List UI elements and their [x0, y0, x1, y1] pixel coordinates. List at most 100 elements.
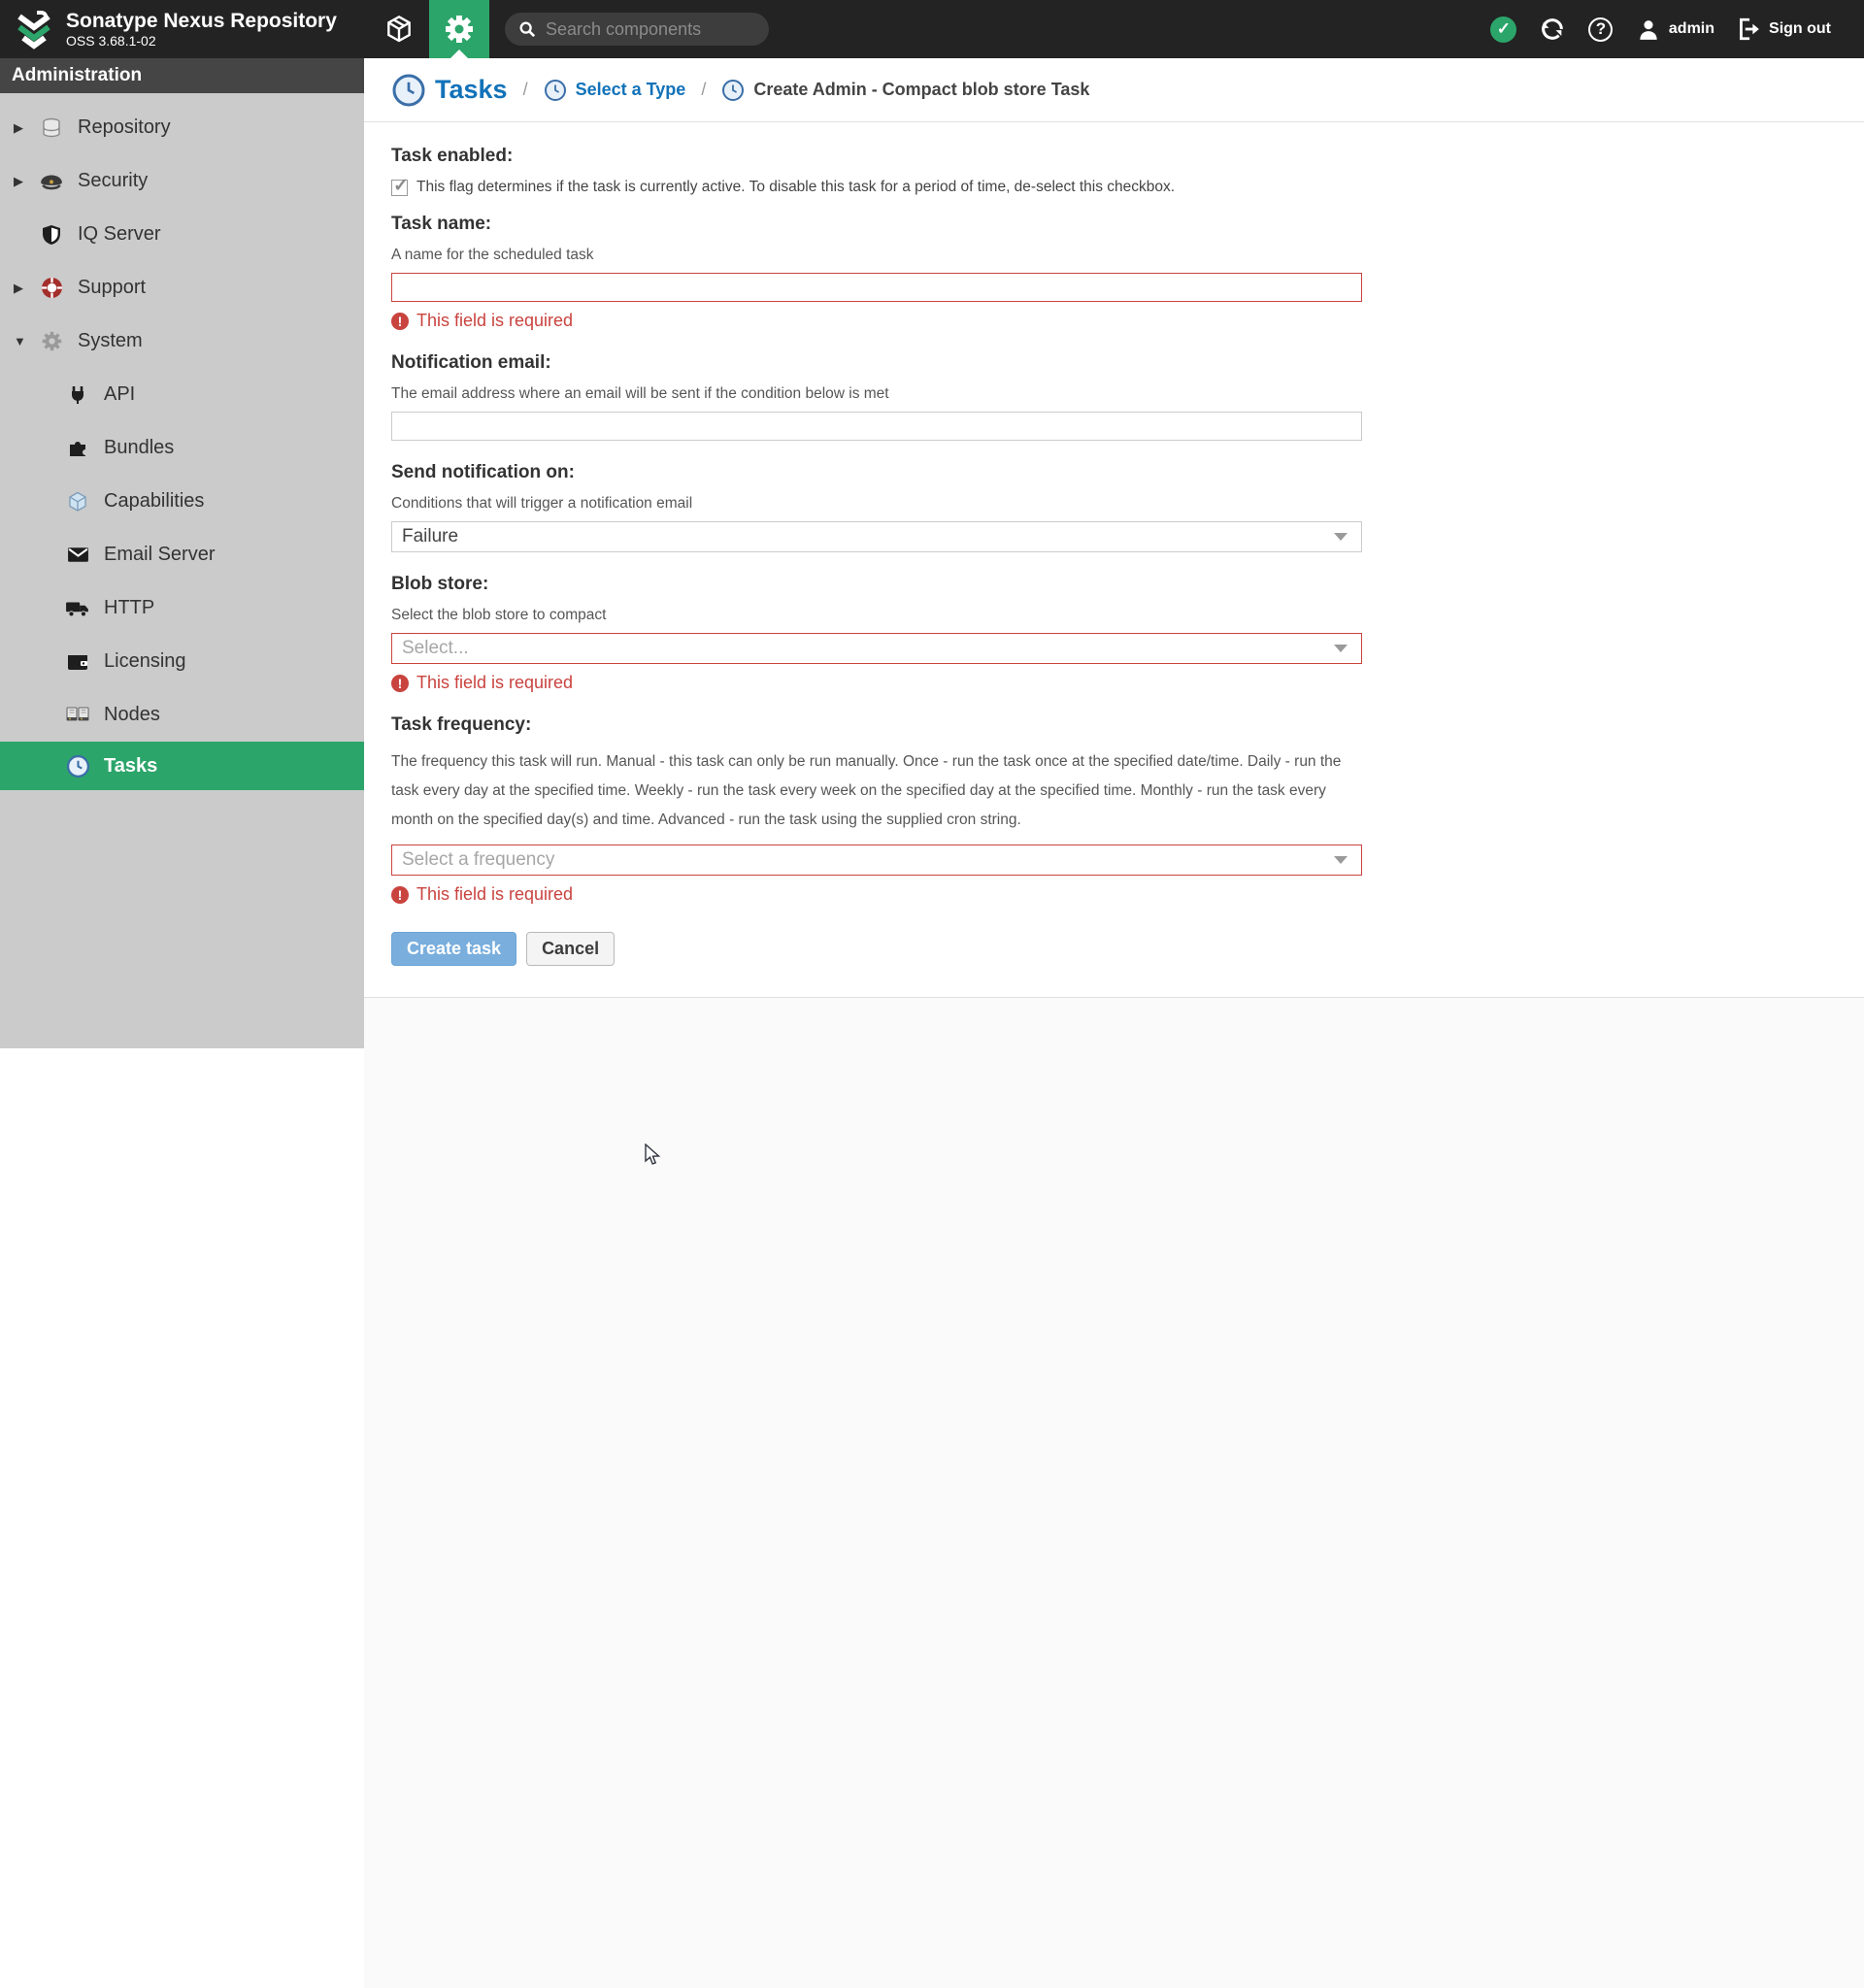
sidebar-item-label: IQ Server — [78, 223, 161, 245]
sidebar-item-repository[interactable]: ▶ Repository — [0, 101, 364, 154]
sidebar-nav: ▶ Repository ▶ Security IQ Server ▶ Supp… — [0, 93, 364, 790]
breadcrumb-root-label[interactable]: Tasks — [435, 75, 508, 105]
admin-mode-button[interactable] — [429, 0, 489, 58]
clock-icon — [544, 79, 567, 102]
sidebar-item-label: Capabilities — [104, 490, 205, 512]
create-task-button[interactable]: Create task — [391, 932, 517, 966]
sidebar-item-api[interactable]: API — [0, 368, 364, 421]
send-notification-value: Failure — [402, 526, 459, 547]
sidebar-item-nodes[interactable]: Nodes — [0, 688, 364, 742]
send-notification-helper: Conditions that will trigger a notificat… — [391, 495, 693, 512]
sidebar-item-label: Tasks — [104, 754, 158, 777]
error-icon: ! — [391, 885, 409, 904]
task-frequency-select[interactable]: Select a frequency — [391, 845, 1362, 876]
plug-icon — [65, 382, 90, 408]
main-content: Tasks / Select a Type / Create Admin - C… — [364, 58, 1864, 1988]
user-icon — [1636, 17, 1661, 42]
brand: Sonatype Nexus Repository OSS 3.68.1-02 — [0, 9, 369, 50]
error-icon: ! — [391, 674, 409, 692]
sign-out-button[interactable]: Sign out — [1736, 17, 1831, 42]
task-frequency-error: ! This field is required — [391, 884, 1364, 905]
send-notification-select[interactable]: Failure — [391, 521, 1362, 552]
help-icon[interactable]: ? — [1587, 16, 1614, 43]
sidebar-section-title: Administration — [0, 58, 364, 93]
blob-store-label: Blob store: — [391, 574, 489, 594]
collapse-arrow-icon[interactable]: ▼ — [14, 334, 39, 348]
chevron-down-icon — [1334, 856, 1348, 864]
sidebar-item-label: HTTP — [104, 597, 155, 618]
expand-arrow-icon[interactable]: ▶ — [14, 174, 39, 189]
blob-store-helper: Select the blob store to compact — [391, 607, 607, 623]
task-name-input[interactable] — [391, 273, 1362, 302]
mouse-cursor — [644, 1143, 665, 1167]
task-enabled-description: This flag determines if the task is curr… — [416, 179, 1176, 195]
user-menu[interactable]: admin — [1636, 17, 1714, 42]
clock-icon — [721, 79, 745, 102]
envelope-icon — [65, 543, 90, 568]
servers-icon — [65, 703, 90, 728]
breadcrumb-tasks[interactable]: Tasks — [391, 73, 508, 108]
notification-email-helper: The email address where an email will be… — [391, 385, 889, 402]
username-label: admin — [1668, 20, 1715, 37]
notification-email-label: Notification email: — [391, 352, 551, 373]
health-check-icon[interactable]: ✓ — [1490, 16, 1517, 43]
cube-icon — [65, 489, 90, 514]
search-input[interactable] — [546, 18, 749, 40]
create-task-form: Task enabled: ✓ This flag determines if … — [364, 122, 1364, 966]
browse-cube-icon — [383, 14, 415, 45]
send-notification-label: Send notification on: — [391, 462, 575, 482]
clock-icon — [65, 753, 90, 779]
notification-email-input[interactable] — [391, 412, 1362, 441]
header-right: ✓ ? admin Sign out — [1490, 16, 1864, 43]
breadcrumb: Tasks / Select a Type / Create Admin - C… — [364, 58, 1864, 122]
browse-mode-button[interactable] — [369, 0, 429, 58]
sidebar-item-security[interactable]: ▶ Security — [0, 154, 364, 208]
sidebar-item-licensing[interactable]: Licensing — [0, 635, 364, 688]
brand-text: Sonatype Nexus Repository OSS 3.68.1-02 — [66, 10, 337, 49]
breadcrumb-current-label: Create Admin - Compact blob store Task — [753, 80, 1090, 99]
sonatype-logo-icon — [14, 9, 54, 50]
sidebar-item-label: Nodes — [104, 704, 160, 725]
shield-icon — [39, 222, 64, 248]
cancel-button[interactable]: Cancel — [526, 932, 616, 966]
search-icon — [518, 20, 536, 38]
blob-store-placeholder: Select... — [402, 638, 469, 658]
task-name-error: ! This field is required — [391, 311, 1364, 331]
error-icon: ! — [391, 312, 409, 330]
refresh-icon[interactable] — [1539, 16, 1566, 43]
life-ring-icon — [39, 276, 64, 301]
gear-icon — [39, 329, 64, 354]
task-frequency-placeholder: Select a frequency — [402, 849, 555, 870]
sidebar-item-capabilities[interactable]: Capabilities — [0, 475, 364, 528]
sign-out-icon — [1736, 17, 1761, 42]
task-frequency-label: Task frequency: — [391, 714, 532, 735]
breadcrumb-type-label[interactable]: Select a Type — [576, 80, 686, 100]
breadcrumb-select-type[interactable]: Select a Type — [544, 79, 686, 102]
sidebar-item-iq-server[interactable]: IQ Server — [0, 208, 364, 261]
sidebar-item-label: API — [104, 383, 136, 405]
database-icon — [39, 116, 64, 141]
sidebar-item-label: Security — [78, 170, 149, 191]
content-footer-area — [364, 998, 1864, 1988]
sidebar-item-support[interactable]: ▶ Support — [0, 261, 364, 315]
police-cap-icon — [39, 169, 64, 194]
task-name-label: Task name: — [391, 214, 492, 234]
search-box[interactable] — [505, 13, 769, 46]
expand-arrow-icon[interactable]: ▶ — [14, 281, 39, 296]
sign-out-label: Sign out — [1769, 20, 1831, 37]
expand-arrow-icon[interactable]: ▶ — [14, 120, 39, 136]
brand-title: Sonatype Nexus Repository — [66, 10, 337, 32]
sidebar-item-bundles[interactable]: Bundles — [0, 421, 364, 475]
blob-store-select[interactable]: Select... — [391, 633, 1362, 664]
sidebar-item-system[interactable]: ▼ System — [0, 315, 364, 368]
active-mode-caret — [450, 50, 468, 58]
wallet-icon — [65, 649, 90, 675]
sidebar-item-email-server[interactable]: Email Server — [0, 528, 364, 581]
sidebar-item-http[interactable]: HTTP — [0, 581, 364, 635]
sidebar-item-label: Support — [78, 277, 147, 298]
brand-version: OSS 3.68.1-02 — [66, 33, 156, 49]
task-enabled-checkbox[interactable]: ✓ — [391, 176, 409, 196]
sidebar-item-label: Email Server — [104, 544, 216, 565]
sidebar-item-tasks[interactable]: Tasks — [0, 742, 364, 790]
admin-gear-icon — [442, 12, 477, 47]
